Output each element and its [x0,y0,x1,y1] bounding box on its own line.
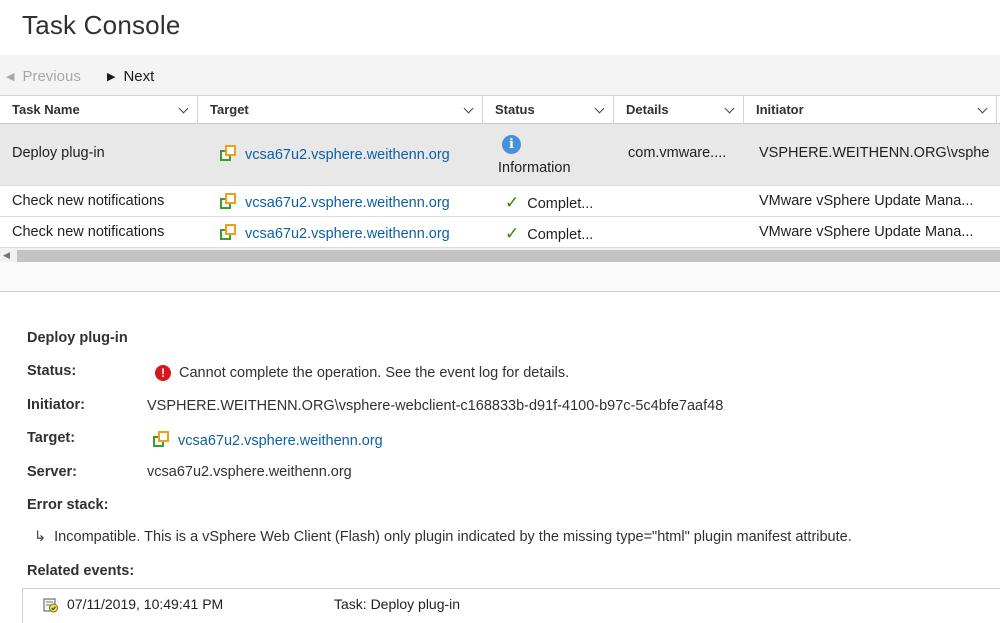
table-row[interactable]: Check new notifications vcsa67u2.vsphere… [0,217,1000,248]
related-events-label: Related events: [27,563,135,579]
status-cell: ✓ Complet... [505,193,610,213]
pager-toolbar: ◀ Previous ▶ Next [0,55,1000,95]
column-header-label: Target [210,102,249,117]
status-message: Cannot complete the operation. See the e… [179,365,570,381]
error-stack-value: ↳ Incompatible. This is a vSphere Web Cli… [34,529,852,545]
status-cell: Information [498,160,571,176]
chevron-down-icon[interactable] [178,103,189,114]
target-cell: vcsa67u2.vsphere.weithenn.org [220,145,480,163]
target-link[interactable]: vcsa67u2.vsphere.weithenn.org [245,147,450,163]
initiator-cell: VMware vSphere Update Mana... [759,224,974,240]
status-cell: ✓ Complet... [505,224,610,244]
column-header-label: Details [626,102,669,117]
server-label: Server: [27,464,77,480]
initiator-value: VSPHERE.WEITHENN.ORG\vsphere-webclient-c… [147,398,724,414]
error-icon: ! [155,365,171,381]
info-icon: i [502,135,521,154]
table-row[interactable]: Check new notifications vcsa67u2.vsphere… [0,186,1000,217]
target-link[interactable]: vcsa67u2.vsphere.weithenn.org [178,433,383,449]
task-name-cell: Check new notifications [12,193,165,209]
page-title: Task Console [22,10,181,40]
scrollbar-thumb[interactable] [17,250,1000,262]
initiator-cell: VSPHERE.WEITHENN.ORG\vsphe [759,145,990,161]
related-events-list: 07/11/2019, 10:49:41 PM Task: Deploy plu… [22,588,1000,623]
column-header-label: Status [495,102,535,117]
return-arrow-icon: ↳ [34,529,47,545]
chevron-down-icon[interactable] [724,103,735,114]
status-value: ! Cannot complete the operation. See the … [155,365,569,381]
column-header-initiator[interactable]: Initiator [744,96,997,124]
checkmark-icon: ✓ [505,224,520,243]
server-value: vcsa67u2.vsphere.weithenn.org [147,464,352,480]
error-stack-label: Error stack: [27,497,109,513]
host-icon [220,193,237,210]
triangle-right-icon: ▶ [107,71,116,83]
column-header-details[interactable]: Details [614,96,744,124]
initiator-cell: VMware vSphere Update Mana... [759,193,974,209]
host-icon [153,431,170,448]
status-text: Complet... [527,227,594,243]
event-description: Task: Deploy plug-in [334,596,461,612]
grid-header: Task Name Target Status Details Initiato… [0,95,1000,124]
chevron-down-icon[interactable] [463,103,474,114]
panel-divider[interactable] [0,262,1000,292]
next-button[interactable]: ▶ Next [107,68,154,85]
next-label: Next [123,68,155,85]
title-bar: Task Console [0,0,1000,55]
event-time: 07/11/2019, 10:49:41 PM [67,596,224,612]
chevron-down-icon[interactable] [594,103,605,114]
initiator-label: Initiator: [27,397,85,413]
previous-label: Previous [22,68,81,85]
triangle-left-icon: ◀ [6,71,15,83]
task-name-cell: Deploy plug-in [12,145,105,161]
target-cell: vcsa67u2.vsphere.weithenn.org [220,193,480,211]
status-label: Status: [27,363,77,379]
column-header-target[interactable]: Target [198,96,483,124]
detail-title: Deploy plug-in [27,330,128,346]
column-header-label: Task Name [12,102,80,117]
column-header-task-name[interactable]: Task Name [0,96,198,124]
column-header-label: Initiator [756,102,804,117]
task-grid: Task Name Target Status Details Initiato… [0,95,1000,264]
task-detail-panel: Deploy plug-in Status: ! Cannot complete … [0,293,1000,623]
details-cell: com.vmware.... [628,145,727,161]
host-icon [220,145,237,162]
previous-button[interactable]: ◀ Previous [6,68,81,85]
task-event-icon [43,598,58,613]
error-stack-message: Incompatible. This is a vSphere Web Clie… [54,529,852,545]
scroll-left-icon[interactable]: ◀ [3,250,10,261]
target-cell: vcsa67u2.vsphere.weithenn.org [220,224,480,242]
column-header-status[interactable]: Status [483,96,614,124]
table-row[interactable]: Deploy plug-in vcsa67u2.vsphere.weithenn… [0,124,1000,186]
host-icon [220,224,237,241]
target-link[interactable]: vcsa67u2.vsphere.weithenn.org [245,195,450,211]
target-value: vcsa67u2.vsphere.weithenn.org [153,431,383,449]
status-text: Complet... [527,196,594,212]
target-link[interactable]: vcsa67u2.vsphere.weithenn.org [245,226,450,242]
target-label: Target: [27,430,76,446]
checkmark-icon: ✓ [505,193,520,212]
chevron-down-icon[interactable] [977,103,988,114]
task-name-cell: Check new notifications [12,224,165,240]
